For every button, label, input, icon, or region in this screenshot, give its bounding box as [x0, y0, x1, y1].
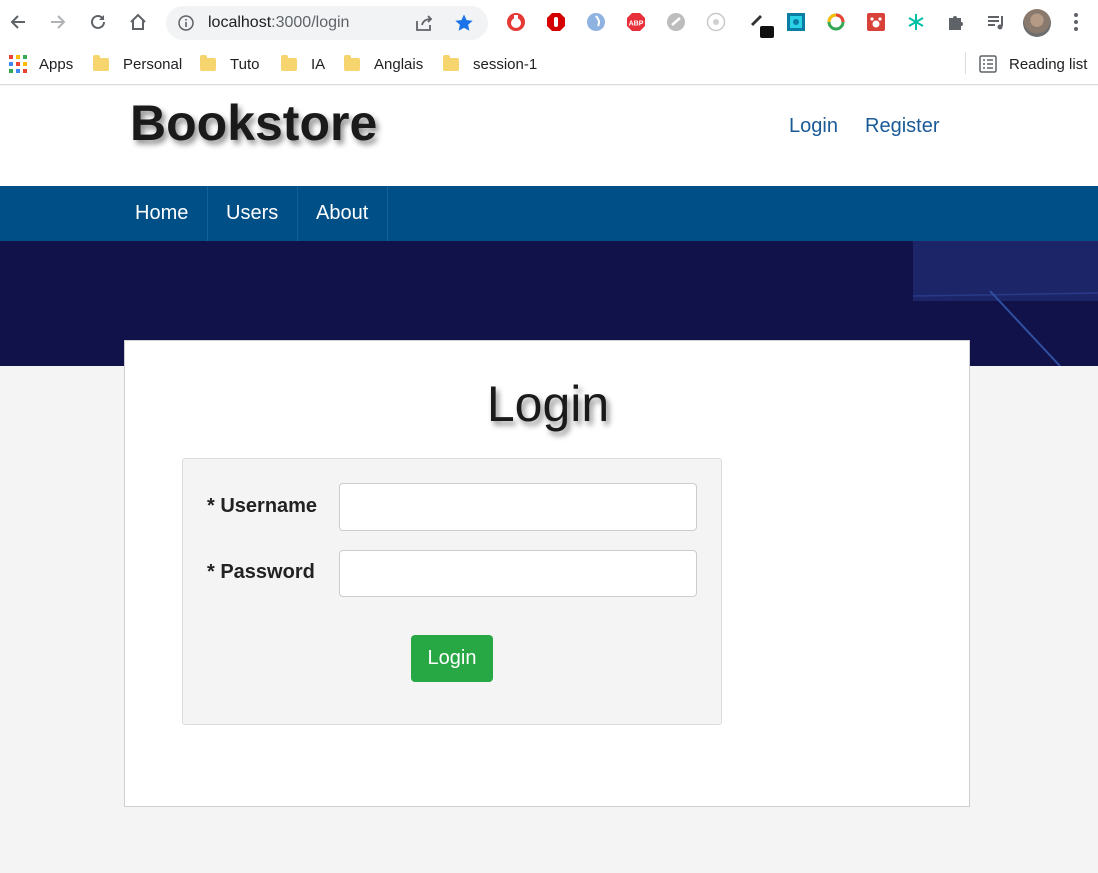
- snowflake-icon[interactable]: [906, 12, 926, 32]
- bookmark-apps[interactable]: Apps: [9, 54, 73, 74]
- bookmark-session-1[interactable]: session-1: [443, 54, 537, 74]
- pen-icon[interactable]: [748, 10, 776, 38]
- bookmark-anglais[interactable]: Anglais: [344, 54, 423, 74]
- bookmark-ia[interactable]: IA: [281, 54, 325, 74]
- home-button[interactable]: [126, 10, 150, 34]
- forward-button[interactable]: [46, 10, 70, 34]
- adblock-ublock-icon[interactable]: [506, 12, 526, 32]
- login-submit-button[interactable]: Login: [411, 635, 493, 682]
- bookmark-label: Apps: [39, 55, 74, 73]
- folder-icon: [93, 54, 109, 71]
- bookmarks-divider: [965, 52, 966, 74]
- back-button[interactable]: [6, 10, 30, 34]
- bookmark-personal[interactable]: Personal: [93, 54, 182, 74]
- bookmark-label: Personal: [123, 55, 183, 73]
- dot-icon: [1074, 20, 1078, 24]
- share-icon[interactable]: [414, 14, 434, 32]
- rainbow-ring-icon[interactable]: [826, 12, 846, 32]
- password-label: * Password: [207, 561, 315, 583]
- paw-icon[interactable]: [866, 12, 886, 32]
- login-card: Login * Username * Password Login: [124, 340, 970, 807]
- profile-avatar[interactable]: [1023, 9, 1051, 37]
- apps-grid-icon: [9, 55, 27, 73]
- bookmarks-bar: Apps Personal Tuto IA Anglais session-1 …: [0, 44, 1098, 85]
- link-circle-icon[interactable]: [666, 12, 686, 32]
- nav-users[interactable]: Users: [208, 186, 298, 241]
- password-input[interactable]: [339, 550, 697, 597]
- media-list-icon[interactable]: [986, 12, 1006, 32]
- drop-icon[interactable]: [586, 12, 606, 32]
- folder-icon: [344, 54, 360, 71]
- dot-icon: [1074, 27, 1078, 31]
- scale-icon[interactable]: [706, 12, 726, 32]
- browser-toolbar: localhost:3000/login ABP: [0, 0, 1098, 44]
- browser-menu-button[interactable]: [1068, 11, 1084, 33]
- username-label: * Username: [207, 495, 318, 517]
- puzzle-icon[interactable]: [946, 12, 966, 32]
- bookmark-label: Anglais: [374, 55, 424, 73]
- bookmark-label: session-1: [473, 55, 538, 73]
- forward-arrow-icon: [51, 15, 66, 29]
- home-icon: [130, 13, 146, 30]
- folder-icon: [443, 54, 459, 71]
- stop-hand-icon[interactable]: [546, 12, 566, 32]
- url-text[interactable]: localhost:3000/login: [208, 14, 349, 32]
- dot-icon: [1074, 13, 1078, 17]
- nav-home[interactable]: Home: [117, 186, 208, 241]
- bookmark-label: IA: [311, 55, 326, 73]
- header-register-link[interactable]: Register: [865, 115, 939, 138]
- header-login-link[interactable]: Login: [789, 115, 838, 138]
- reading-list-label: Reading list: [1009, 55, 1088, 73]
- abp-label: ABP: [629, 21, 644, 28]
- abp-icon[interactable]: ABP: [626, 12, 646, 32]
- main-navbar: Home Users About: [0, 186, 1098, 241]
- bookmark-label: Tuto: [230, 55, 260, 73]
- page-title: Login: [486, 376, 610, 432]
- reading-list-icon: [979, 55, 997, 73]
- address-bar[interactable]: localhost:3000/login: [166, 6, 488, 40]
- site-info-icon[interactable]: [178, 15, 194, 31]
- square-target-icon[interactable]: [786, 12, 806, 32]
- bookmark-tuto[interactable]: Tuto: [200, 54, 259, 74]
- reload-button[interactable]: [86, 10, 110, 34]
- folder-icon: [200, 54, 216, 71]
- bookmark-star-icon[interactable]: [454, 13, 474, 33]
- site-header: Bookstore Login Register: [0, 86, 1098, 186]
- back-arrow-icon: [10, 15, 25, 29]
- login-form: * Username * Password Login: [182, 458, 722, 725]
- username-input[interactable]: [339, 483, 697, 531]
- reading-list-button[interactable]: Reading list: [979, 54, 1087, 74]
- reload-icon: [91, 14, 105, 29]
- url-host: localhost: [208, 14, 272, 31]
- site-brand[interactable]: Bookstore: [130, 94, 377, 152]
- url-path: :3000/login: [271, 14, 350, 31]
- nav-about[interactable]: About: [298, 186, 388, 241]
- folder-icon: [281, 54, 297, 71]
